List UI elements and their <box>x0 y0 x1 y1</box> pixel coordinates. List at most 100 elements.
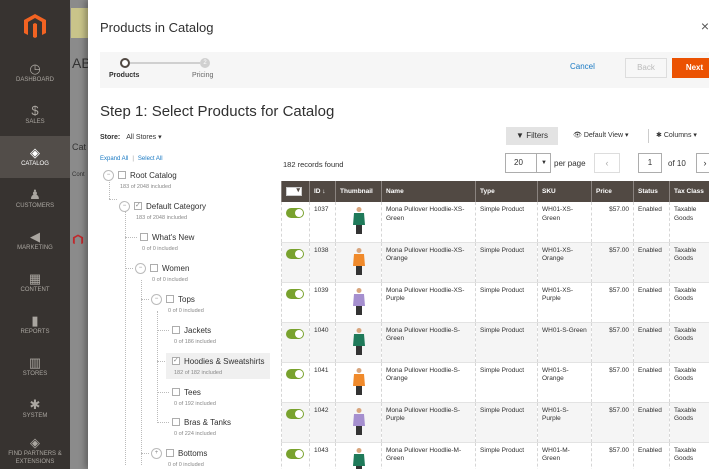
checkbox[interactable] <box>134 202 142 210</box>
tree-node-count: 0 of 192 included <box>174 401 216 407</box>
column-header-sku[interactable]: SKU <box>537 181 592 202</box>
collapse-tops-toggle[interactable]: − <box>151 294 162 305</box>
row-select-toggle[interactable] <box>286 208 304 218</box>
table-row[interactable]: 1041 Mona Pullover Hoodlie-S-Orange Simple… <box>281 362 709 403</box>
back-button[interactable]: Back <box>625 58 667 78</box>
cell-tax-class: Taxable Goods <box>669 322 709 363</box>
row-select-cell[interactable] <box>281 242 310 283</box>
checkbox[interactable] <box>150 264 158 272</box>
eye-icon: 👁 <box>573 132 582 139</box>
sidebar-item-find-partners-extensions[interactable]: ◈ FIND PARTNERS & EXTENSIONS <box>0 430 70 469</box>
sidebar-item-sales[interactable]: $ SALES <box>0 94 70 136</box>
table-row[interactable]: 1037 Mona Pullover Hoodlie-XS-Green Simple… <box>281 202 709 243</box>
table-row[interactable]: 1038 Mona Pullover Hoodlie-XS-Orange Simpl… <box>281 242 709 283</box>
row-select-cell[interactable] <box>281 442 310 469</box>
step-pricing-indicator[interactable]: 2 <box>200 58 210 68</box>
sidebar-item-system[interactable]: ✱ SYSTEM <box>0 388 70 430</box>
store-label: Store: <box>100 134 121 141</box>
collapse-default-toggle[interactable]: − <box>119 201 130 212</box>
tree-node-hoodies-sweatshirts[interactable]: Hoodies & Sweatshirts <box>172 357 264 366</box>
checkbox[interactable] <box>166 295 174 303</box>
row-select-toggle[interactable] <box>286 408 304 419</box>
table-row[interactable]: 1042 Mona Pullover Hoodlie-S-Purple Simple… <box>281 402 709 443</box>
cell-status: Enabled <box>633 362 670 403</box>
store-switcher[interactable]: Store: All Stores ▾ <box>100 133 162 141</box>
collapse-women-toggle[interactable]: − <box>135 263 146 274</box>
sidebar-item-content[interactable]: ▦ CONTENT <box>0 262 70 304</box>
chevron-down-icon[interactable]: ▼ <box>536 153 551 173</box>
row-select-cell[interactable] <box>281 282 310 323</box>
row-select-cell[interactable] <box>281 362 310 403</box>
gear-icon: ✱ <box>29 396 41 412</box>
next-button[interactable]: Next <box>672 58 709 78</box>
table-row[interactable]: 1039 Mona Pullover Hoodlie-XS-Purple Simpl… <box>281 282 709 323</box>
row-select-toggle[interactable] <box>286 448 304 459</box>
row-select-toggle[interactable] <box>286 328 304 339</box>
mass-action-header[interactable] <box>281 181 310 202</box>
filters-button[interactable]: ▼ Filters <box>506 127 558 145</box>
row-select-toggle[interactable] <box>286 368 304 379</box>
magento-logo[interactable] <box>0 0 70 52</box>
table-row[interactable]: 1043 Mona Pullover Hoodlie-M-Green Simple … <box>281 442 709 469</box>
expand-bottoms-toggle[interactable]: + <box>151 448 162 459</box>
cancel-button[interactable]: Cancel <box>570 62 595 71</box>
expand-all-link[interactable]: Expand All <box>100 156 128 162</box>
tree-node-bras-tanks[interactable]: Bras & Tanks <box>172 418 231 427</box>
row-select-cell[interactable] <box>281 322 310 363</box>
default-view-dropdown[interactable]: 👁 Default View ▾ <box>573 131 628 139</box>
checkbox[interactable] <box>172 326 180 334</box>
sidebar-item-customers[interactable]: ♟ CUSTOMERS <box>0 178 70 220</box>
sidebar-item-stores[interactable]: ▥ STORES <box>0 346 70 388</box>
row-select-toggle[interactable] <box>286 288 304 299</box>
cell-status: Enabled <box>633 402 670 443</box>
column-header-tax-class[interactable]: Tax Class <box>669 181 709 202</box>
checkbox[interactable] <box>140 233 148 241</box>
row-select-toggle[interactable] <box>286 248 304 259</box>
mass-select-dropdown[interactable] <box>286 186 302 196</box>
dashboard-icon: ◷ <box>29 60 41 76</box>
column-header-price[interactable]: Price <box>591 181 634 202</box>
tree-node-whats-new[interactable]: What's New <box>140 233 194 242</box>
next-page-button[interactable]: › <box>696 153 709 173</box>
sidebar-item-catalog[interactable]: ◈ CATALOG <box>0 136 70 178</box>
tree-node-women[interactable]: Women <box>150 264 189 273</box>
row-select-cell[interactable] <box>281 202 310 243</box>
close-icon[interactable]: × <box>701 18 709 34</box>
column-header-thumbnail[interactable]: Thumbnail <box>335 181 382 202</box>
tree-node-default-category[interactable]: Default Category <box>134 202 206 211</box>
checkbox[interactable] <box>172 388 180 396</box>
columns-dropdown[interactable]: ✱ Columns ▾ <box>656 131 697 139</box>
select-all-link[interactable]: Select All <box>138 156 163 162</box>
cell-thumbnail <box>335 242 382 283</box>
checkbox[interactable] <box>172 418 180 426</box>
collapse-root-toggle[interactable]: − <box>103 170 114 181</box>
column-header-status[interactable]: Status <box>633 181 670 202</box>
tree-line <box>141 280 142 465</box>
step-products-indicator[interactable] <box>120 58 130 68</box>
checkbox[interactable] <box>166 449 174 457</box>
tree-node-tees[interactable]: Tees <box>172 388 201 397</box>
row-select-cell[interactable] <box>281 402 310 443</box>
tree-node-tops[interactable]: Tops <box>166 295 195 304</box>
sidebar-item-dashboard[interactable]: ◷ DASHBOARD <box>0 52 70 94</box>
sidebar-item-reports[interactable]: ▮ REPORTS <box>0 304 70 346</box>
prev-page-button[interactable]: ‹ <box>594 153 620 173</box>
tree-node-jackets[interactable]: Jackets <box>172 326 211 335</box>
megaphone-icon: ◀ <box>30 228 40 244</box>
cell-sku: WH01-M-Green <box>537 442 592 469</box>
current-page-input[interactable]: 1 <box>638 153 662 173</box>
grid-header-row: ID ↓ Thumbnail Name Type SKU Price Statu… <box>281 181 709 202</box>
checkbox[interactable] <box>118 171 126 179</box>
chevron-down-icon: ▾ <box>693 132 697 139</box>
store-value[interactable]: All Stores <box>126 134 156 141</box>
cell-name: Mona Pullover Hoodlie-S-Purple <box>381 402 476 443</box>
tree-node-bottoms[interactable]: Bottoms <box>166 449 207 458</box>
column-header-name[interactable]: Name <box>381 181 476 202</box>
sidebar-item-marketing[interactable]: ◀ MARKETING <box>0 220 70 262</box>
table-row[interactable]: 1040 Mona Pullover Hoodlie-S-Green Simple … <box>281 322 709 363</box>
column-header-id[interactable]: ID ↓ <box>309 181 336 202</box>
background-content-label: Cont <box>72 172 85 178</box>
tree-node-root-catalog[interactable]: Root Catalog <box>118 171 177 180</box>
checkbox[interactable] <box>172 357 180 365</box>
column-header-type[interactable]: Type <box>475 181 538 202</box>
